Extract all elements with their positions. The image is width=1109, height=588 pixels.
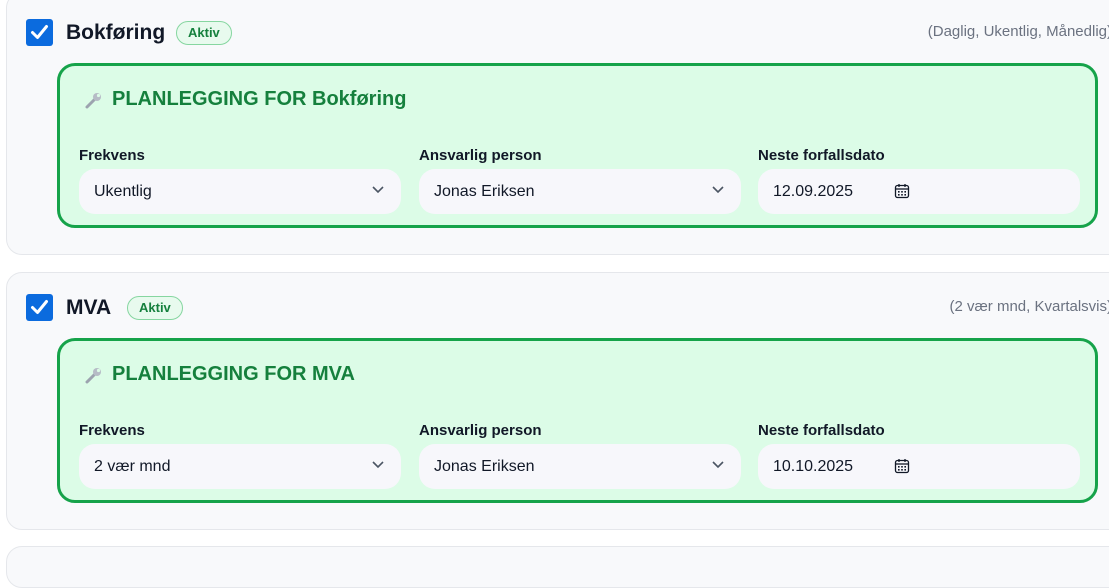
due-date-input[interactable]: 12.09.2025	[758, 169, 1080, 214]
person-value: Jonas Eriksen	[434, 183, 535, 200]
panel-title: PLANLEGGING FOR Bokføring	[112, 88, 407, 110]
due-date-label: Neste forfallsdato	[758, 147, 885, 164]
checkmark-icon	[31, 25, 48, 39]
calendar-icon[interactable]	[894, 458, 910, 474]
frequency-hint: (Daglig, Ukentlig, Månedlig)	[927, 23, 1109, 40]
section-title: MVA	[66, 296, 112, 319]
section-title: Bokføring	[66, 21, 166, 44]
section-card-mva: MVA Aktiv (2 vær mnd, Kvartalsvis) PLANL…	[6, 272, 1109, 530]
status-badge: Aktiv	[127, 296, 183, 320]
frequency-label: Frekvens	[79, 147, 145, 164]
person-value: Jonas Eriksen	[434, 458, 535, 475]
wrench-icon	[85, 367, 101, 383]
panel-header: PLANLEGGING FOR Bokføring	[84, 88, 406, 111]
frequency-select[interactable]: Ukentlig	[79, 169, 401, 214]
chevron-down-icon	[372, 461, 384, 469]
planning-panel: PLANLEGGING FOR Bokføring Frekvens Ukent…	[57, 63, 1098, 228]
frequency-value: 2 vær mnd	[94, 458, 171, 475]
bokforing-checkbox[interactable]	[26, 19, 53, 46]
due-date-value: 10.10.2025	[773, 458, 854, 475]
chevron-down-icon	[712, 186, 724, 194]
wrench-icon	[85, 92, 101, 108]
calendar-icon[interactable]	[894, 183, 910, 199]
section-card-bokforing: Bokføring Aktiv (Daglig, Ukentlig, Måned…	[6, 0, 1109, 255]
due-date-label: Neste forfallsdato	[758, 422, 885, 439]
checkmark-icon	[31, 300, 48, 314]
person-select[interactable]: Jonas Eriksen	[419, 169, 741, 214]
panel-title: PLANLEGGING FOR MVA	[112, 363, 355, 385]
planning-panel: PLANLEGGING FOR MVA Frekvens 2 vær mnd A…	[57, 338, 1098, 503]
frequency-select[interactable]: 2 vær mnd	[79, 444, 401, 489]
panel-header: PLANLEGGING FOR MVA	[84, 363, 355, 386]
status-badge: Aktiv	[176, 21, 232, 45]
frequency-label: Frekvens	[79, 422, 145, 439]
person-label: Ansvarlig person	[419, 422, 542, 439]
chevron-down-icon	[372, 186, 384, 194]
person-label: Ansvarlig person	[419, 147, 542, 164]
section-card-next	[6, 546, 1109, 588]
chevron-down-icon	[712, 461, 724, 469]
mva-checkbox[interactable]	[26, 294, 53, 321]
person-select[interactable]: Jonas Eriksen	[419, 444, 741, 489]
due-date-value: 12.09.2025	[773, 183, 854, 200]
due-date-input[interactable]: 10.10.2025	[758, 444, 1080, 489]
frequency-hint: (2 vær mnd, Kvartalsvis)	[949, 298, 1109, 315]
frequency-value: Ukentlig	[94, 183, 152, 200]
